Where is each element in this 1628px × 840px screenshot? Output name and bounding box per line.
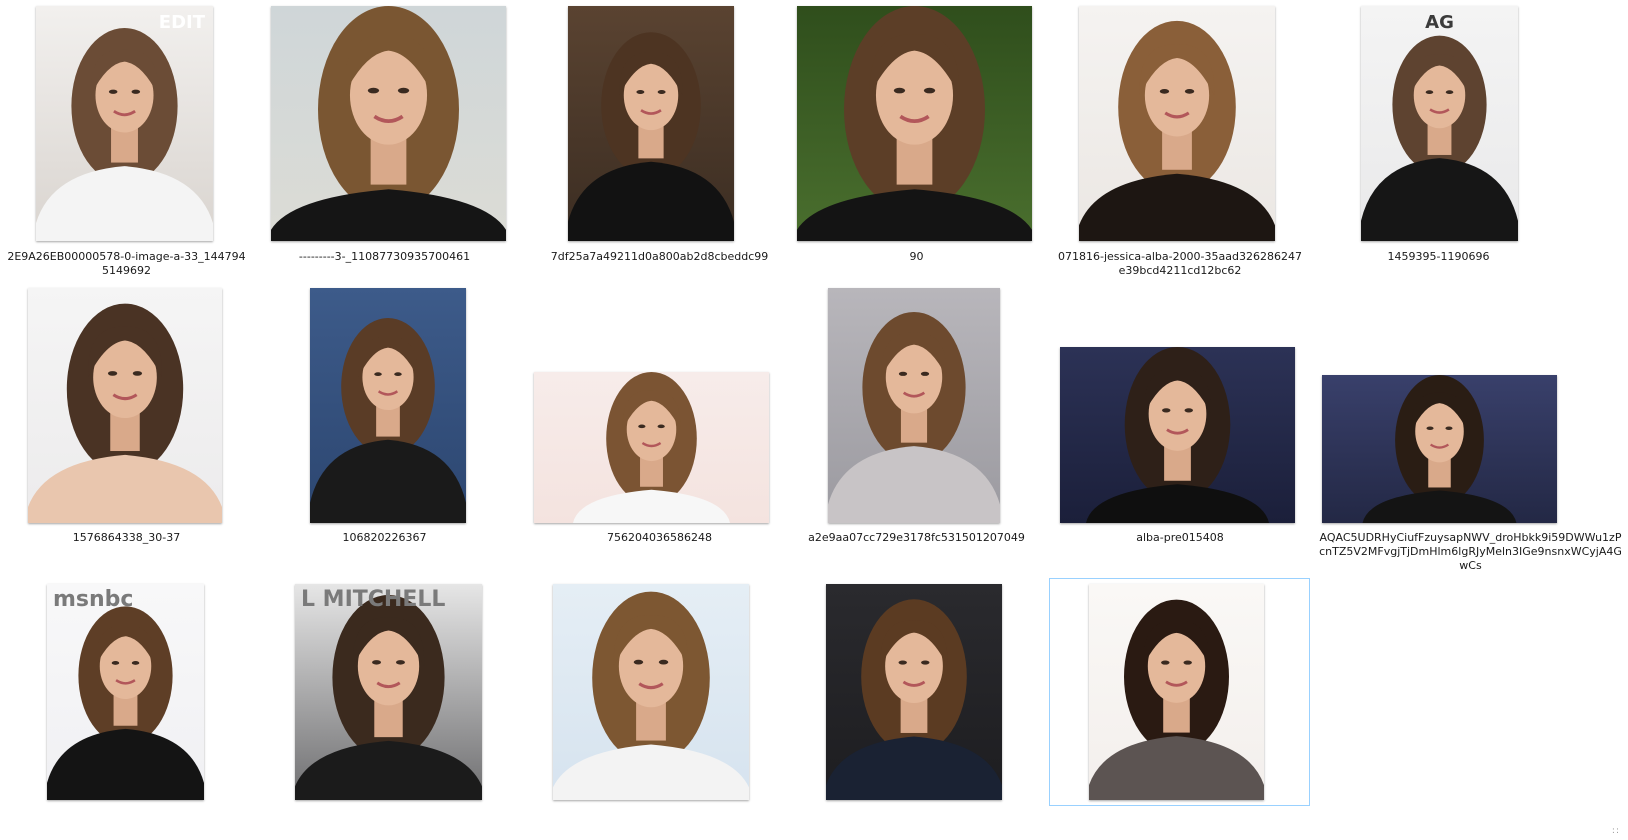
file-explorer-thumbnail-view: EDIT 2E9A26EB00000578-0-image-a-33_144794… xyxy=(0,0,1628,840)
image-thumbnail[interactable] xyxy=(826,584,1002,800)
file-name-label: 90 xyxy=(909,250,924,263)
file-name-label: alba-pre015408 xyxy=(1136,531,1224,544)
file-name-label: 756204036586248 xyxy=(607,531,712,544)
image-thumbnail[interactable] xyxy=(1079,6,1275,241)
file-name-label: ---------3-_11087730935700461 xyxy=(298,250,471,263)
image-thumbnail[interactable]: AG xyxy=(1361,6,1518,241)
file-name-label: a2e9aa07cc729e3178fc531501207049 xyxy=(808,531,1025,544)
svg-text:EDIT: EDIT xyxy=(159,12,206,33)
resize-grip-icon[interactable]: :: xyxy=(1612,826,1620,836)
image-thumbnail[interactable] xyxy=(553,584,749,800)
file-name-label: AQAC5UDRHyCiufFzuysapNWV_droHbkk9i59DWWu… xyxy=(1319,531,1622,572)
image-thumbnail[interactable] xyxy=(1322,375,1557,523)
svg-text:L MITCHELL: L MITCHELL xyxy=(301,587,445,612)
image-thumbnail[interactable] xyxy=(797,6,1032,241)
file-name-label: 2E9A26EB00000578-0-image-a-33_1447945149… xyxy=(7,250,246,277)
image-thumbnail[interactable]: EDIT xyxy=(36,6,213,241)
image-thumbnail[interactable] xyxy=(828,288,1000,523)
file-name-label: 1576864338_30-37 xyxy=(72,531,181,544)
file-name-label: 1459395-1190696 xyxy=(1387,250,1490,263)
image-thumbnail[interactable] xyxy=(1089,584,1264,800)
image-thumbnail[interactable]: L MITCHELL xyxy=(295,584,482,800)
image-thumbnail[interactable] xyxy=(310,288,466,523)
file-name-label: 7df25a7a49211d0a800ab2d8cbeddc99 xyxy=(550,250,769,263)
image-thumbnail[interactable] xyxy=(568,6,734,241)
svg-text:AG: AG xyxy=(1425,12,1454,33)
image-thumbnail[interactable]: msnbc xyxy=(47,584,204,800)
image-thumbnail[interactable] xyxy=(271,6,506,241)
image-thumbnail[interactable] xyxy=(1060,347,1295,523)
file-name-label: 071816-jessica-alba-2000-35aad326286247e… xyxy=(1058,250,1302,277)
image-thumbnail[interactable] xyxy=(534,372,769,523)
file-name-label: 106820226367 xyxy=(342,531,427,544)
svg-text:msnbc: msnbc xyxy=(53,587,133,612)
image-thumbnail[interactable] xyxy=(28,288,222,523)
